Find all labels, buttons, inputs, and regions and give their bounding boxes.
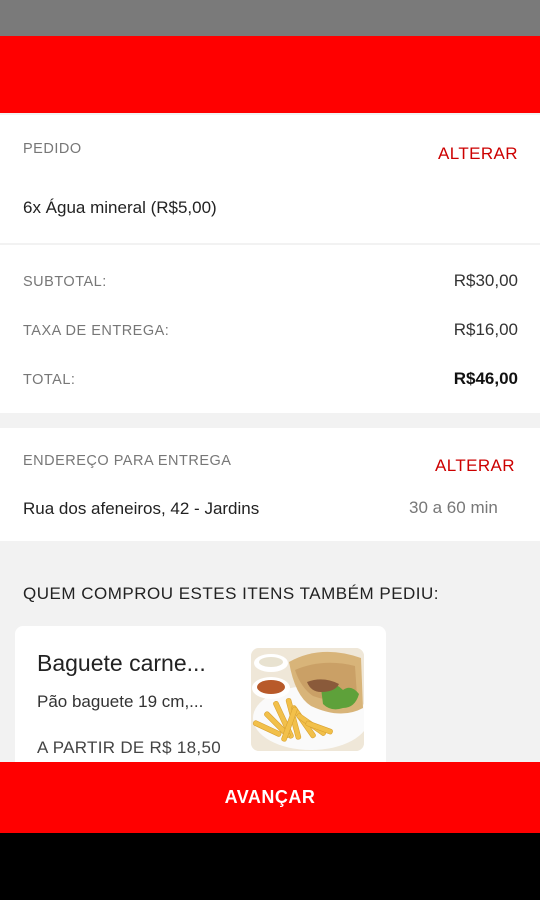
delivery-address-label: ENDEREÇO PARA ENTREGA (23, 453, 232, 469)
product-name: Baguete carne... (37, 650, 206, 676)
delivery-fee-value: R$16,00 (453, 320, 518, 339)
system-navigation-bar (0, 833, 540, 900)
delivery-eta: 30 a 60 min (409, 498, 498, 517)
product-price: A PARTIR DE R$ 18,50 (37, 738, 221, 757)
total-label: TOTAL: (23, 372, 76, 388)
order-item-text: 6x Água mineral (R$5,00) (23, 198, 217, 217)
advance-button[interactable]: AVANÇAR (0, 762, 540, 833)
status-bar (0, 0, 540, 36)
suggested-product-card[interactable]: Baguete carne... Pão baguete 19 cm,... A… (15, 626, 386, 776)
change-order-link[interactable]: ALTERAR (438, 144, 518, 164)
product-description: Pão baguete 19 cm,... (37, 692, 204, 711)
subtotal-value: R$30,00 (453, 271, 518, 290)
product-photo (251, 648, 364, 751)
order-card: PEDIDO ALTERAR 6x Água mineral (R$5,00) (0, 115, 540, 243)
delivery-address-text: Rua dos afeneiros, 42 - Jardins (23, 499, 260, 518)
totals-card: SUBTOTAL: R$30,00 TAXA DE ENTREGA: R$16,… (0, 245, 540, 413)
suggestions-title: QUEM COMPROU ESTES ITENS TAMBÉM PEDIU: (23, 584, 440, 603)
sandwich-fries-photo (251, 648, 364, 751)
order-label: PEDIDO (23, 141, 82, 157)
delivery-address-card: ENDEREÇO PARA ENTREGA ALTERAR Rua dos af… (0, 428, 540, 541)
delivery-fee-label: TAXA DE ENTREGA: (23, 323, 170, 339)
change-address-link[interactable]: ALTERAR (435, 456, 515, 476)
total-value: R$46,00 (453, 369, 518, 388)
app-bar (0, 36, 540, 113)
subtotal-label: SUBTOTAL: (23, 274, 107, 290)
